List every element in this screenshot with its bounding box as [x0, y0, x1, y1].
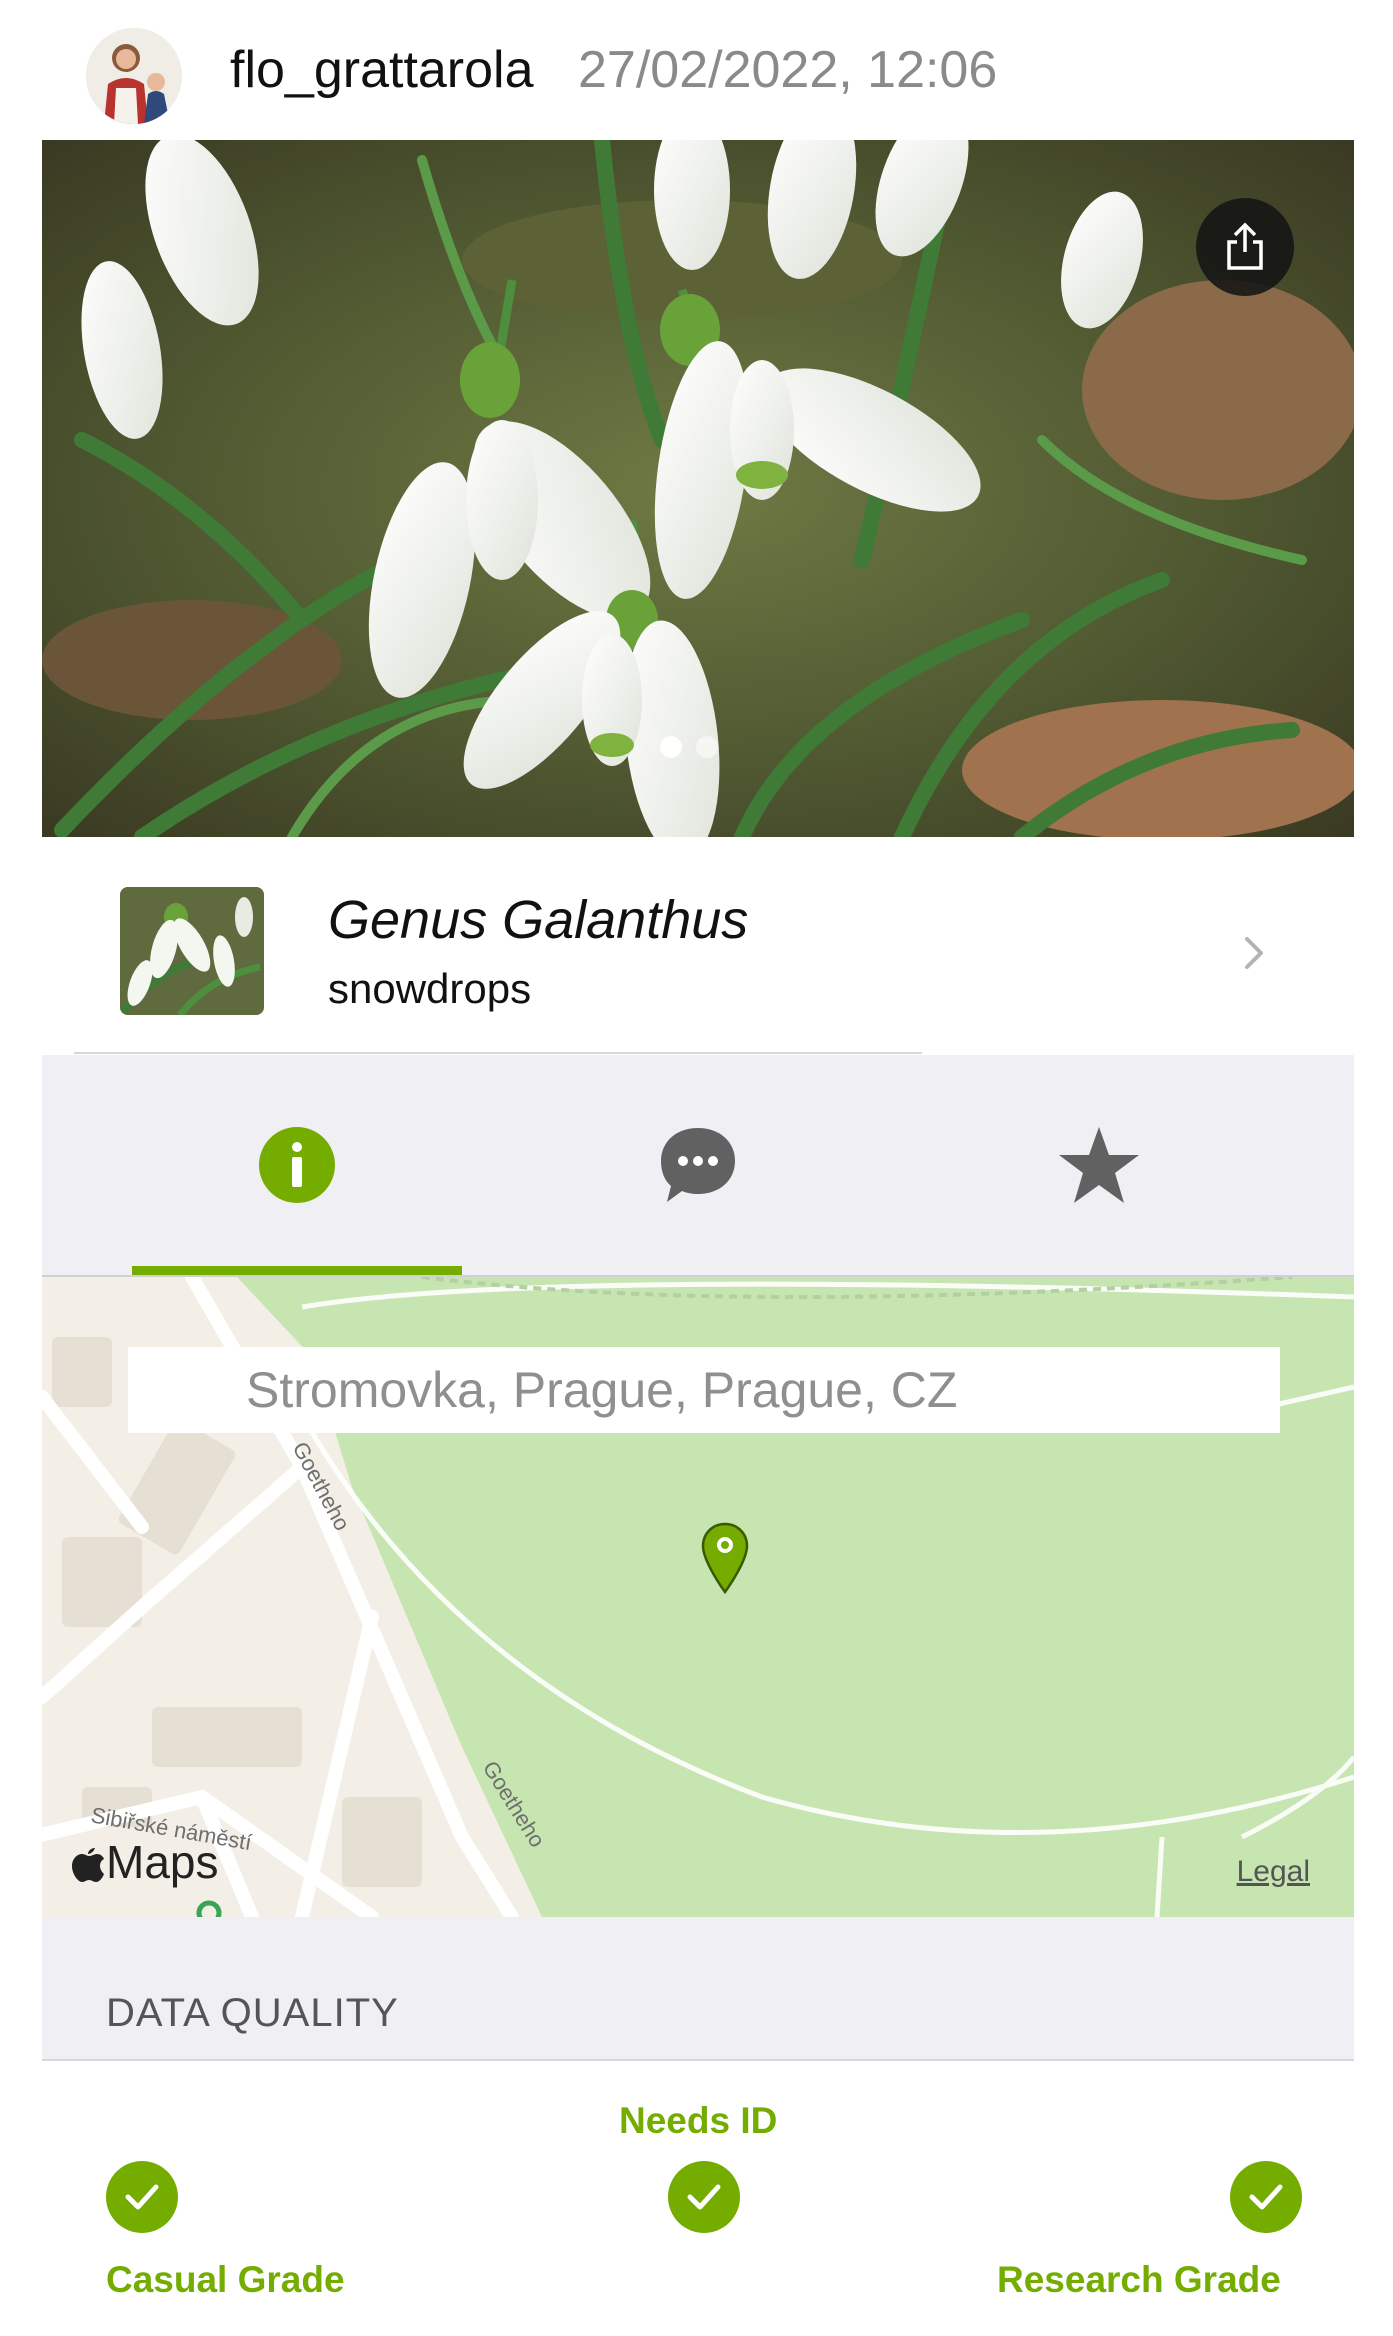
observation-card: flo_grattarola 27/02/2022, 12:06 Genus G… [42, 0, 1354, 2336]
taxon-common-name: snowdrops [328, 965, 532, 1012]
tab-favorites[interactable] [934, 1055, 1264, 1275]
research-grade-label: Research Grade [997, 2259, 1281, 2300]
data-quality-header: DATA QUALITY [42, 1917, 1354, 2061]
divider [74, 1052, 922, 1054]
pager-dot[interactable] [696, 736, 718, 758]
location-label[interactable]: Stromovka, Prague, Prague, CZ [128, 1347, 1280, 1433]
username[interactable]: flo_grattarola [230, 40, 534, 100]
data-quality-title: DATA QUALITY [106, 1991, 399, 2035]
casual-grade-check [106, 2161, 178, 2233]
chevron-right-icon [1245, 937, 1263, 969]
data-quality-section: Needs ID Casual Grade Research Grade [42, 2061, 1354, 2336]
checkmark-icon [687, 2184, 721, 2210]
taxon-scientific-name: Genus Galanthus [328, 890, 749, 950]
taxon-row[interactable]: Genus Galanthus snowdrops [74, 837, 1322, 1052]
needs-id-check [668, 2161, 740, 2233]
map-pin-icon[interactable] [700, 1522, 750, 1594]
observation-photo[interactable] [42, 140, 1354, 837]
observation-tabs [42, 1055, 1354, 1277]
photo-pager[interactable] [660, 736, 718, 758]
needs-id-label: Needs ID [619, 2100, 778, 2141]
legal-link[interactable]: Legal [1237, 1855, 1310, 1889]
checkmark-icon [125, 2184, 159, 2210]
tab-active-indicator [132, 1266, 462, 1275]
share-button[interactable] [1196, 198, 1294, 296]
observation-header: flo_grattarola 27/02/2022, 12:06 [42, 0, 1354, 140]
maps-label: Maps [106, 1836, 219, 1888]
pager-dot[interactable] [660, 736, 682, 758]
apple-icon [72, 1848, 104, 1882]
tab-info[interactable] [132, 1055, 462, 1275]
user-avatar[interactable] [86, 28, 182, 124]
research-grade-check [1230, 2161, 1302, 2233]
casual-grade-label: Casual Grade [106, 2259, 345, 2300]
avatar-image [86, 28, 182, 124]
taxon-thumbnail-image [120, 887, 264, 1015]
apple-maps-logo: Maps [72, 1835, 218, 1889]
observation-map[interactable]: Goetheho Sibiřské náměstí Goetheho Strom… [42, 1277, 1354, 1917]
snowdrop-photo-image [42, 140, 1354, 837]
star-icon [1059, 1127, 1139, 1203]
info-icon [259, 1127, 335, 1203]
share-icon [1227, 222, 1263, 270]
checkmark-icon [1249, 2184, 1283, 2210]
observation-timestamp: 27/02/2022, 12:06 [578, 41, 998, 99]
taxon-thumbnail [120, 887, 264, 1015]
tab-comments[interactable] [533, 1055, 863, 1275]
speech-bubble-icon [661, 1128, 735, 1202]
